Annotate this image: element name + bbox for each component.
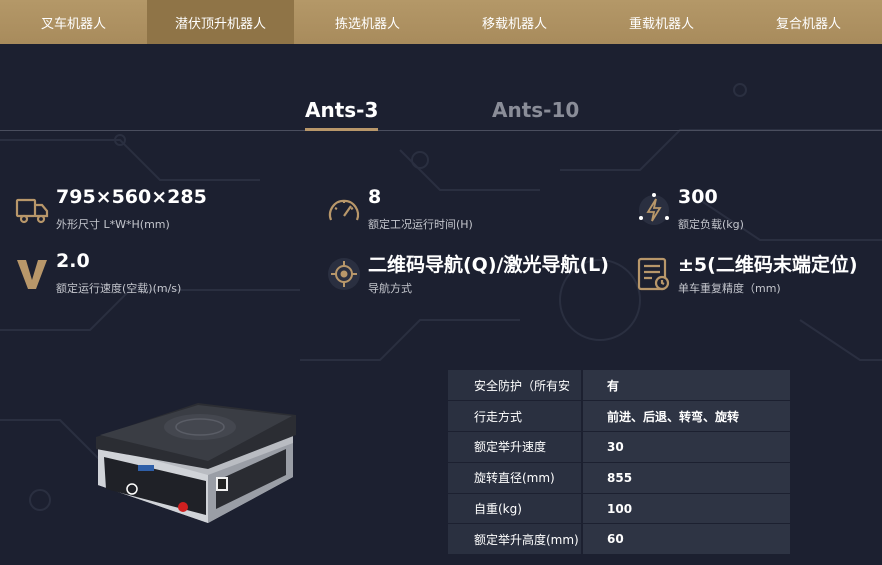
- table-row: 额定举升高度(mm) 60: [448, 523, 790, 556]
- spec-rated-load: 300 额定负载(kg): [636, 186, 876, 238]
- document-clock-icon: [637, 257, 670, 291]
- table-value: 100: [582, 493, 790, 525]
- spec-label: 额定运行速度(空载)(m/s): [56, 282, 182, 295]
- spec-label: 导航方式: [368, 282, 412, 295]
- spec-navigation: 二维码导航(Q)/激光导航(L) 导航方式: [326, 254, 626, 302]
- table-row: 安全防护（所有安 有: [448, 370, 790, 402]
- tabs-divider: [0, 130, 882, 131]
- table-key: 行走方式: [448, 400, 583, 433]
- spec-label: 单车重复精度（mm): [678, 282, 781, 295]
- spec-value: 8: [368, 186, 382, 208]
- table-key: 额定举升速度: [448, 431, 583, 463]
- power-icon: [639, 193, 669, 225]
- nav-item-heavy-duty-robot[interactable]: 重载机器人: [588, 0, 735, 44]
- table-value: 30: [582, 431, 790, 463]
- table-row: 额定举升速度 30: [448, 431, 790, 463]
- table-key: 自重(kg): [448, 493, 583, 525]
- model-tabs: Ants-3 Ants-10: [0, 96, 882, 132]
- spec-value: 795×560×285: [56, 186, 207, 208]
- truck-icon: [15, 198, 49, 224]
- table-value: 855: [582, 462, 790, 494]
- table-key: 旋转直径(mm): [448, 462, 583, 494]
- tab-ants-3[interactable]: Ants-3: [305, 96, 379, 132]
- robot-product-image: [96, 403, 296, 523]
- table-value: 前进、后退、转弯、旋转: [582, 400, 790, 433]
- spec-value: 二维码导航(Q)/激光导航(L): [368, 254, 609, 276]
- spec-label: 额定负载(kg): [678, 218, 744, 231]
- v-letter-icon: [17, 260, 47, 289]
- nav-item-picking-robot[interactable]: 拣选机器人: [294, 0, 441, 44]
- nav-item-transfer-robot[interactable]: 移载机器人: [441, 0, 588, 44]
- table-key: 额定举升高度(mm): [448, 523, 583, 556]
- table-key: 安全防护（所有安: [448, 370, 583, 402]
- category-nav: 叉车机器人 潜伏顶升机器人 拣选机器人 移载机器人 重载机器人 复合机器人: [0, 0, 882, 44]
- table-row: 行走方式 前进、后退、转弯、旋转: [448, 400, 790, 433]
- spec-value: ±5(二维码末端定位): [678, 254, 858, 276]
- spec-runtime: 8 额定工况运行时间(H): [326, 186, 606, 238]
- spec-label: 额定工况运行时间(H): [368, 218, 473, 231]
- table-row: 旋转直径(mm) 855: [448, 462, 790, 494]
- speedometer-icon: [328, 199, 360, 221]
- spec-label: 外形尺寸 L*W*H(mm): [56, 218, 170, 231]
- nav-item-forklift-robot[interactable]: 叉车机器人: [0, 0, 147, 44]
- tab-ants-10[interactable]: Ants-10: [492, 96, 579, 132]
- nav-item-composite-robot[interactable]: 复合机器人: [735, 0, 882, 44]
- table-value: 60: [582, 523, 790, 556]
- spec-dimensions: 795×560×285 外形尺寸 L*W*H(mm): [14, 186, 294, 238]
- spec-speed: 2.0 额定运行速度(空载)(m/s): [14, 250, 294, 302]
- table-value: 有: [582, 370, 790, 402]
- spec-table: 安全防护（所有安 有 行走方式 前进、后退、转弯、旋转 额定举升速度 30 旋转…: [448, 370, 790, 556]
- table-row: 自重(kg) 100: [448, 493, 790, 525]
- crosshair-icon: [328, 258, 360, 290]
- nav-item-latent-lifting-robot[interactable]: 潜伏顶升机器人: [147, 0, 294, 44]
- spec-value: 2.0: [56, 250, 90, 272]
- spec-value: 300: [678, 186, 718, 208]
- spec-repeat-accuracy: ±5(二维码末端定位) 单车重复精度（mm): [636, 254, 876, 302]
